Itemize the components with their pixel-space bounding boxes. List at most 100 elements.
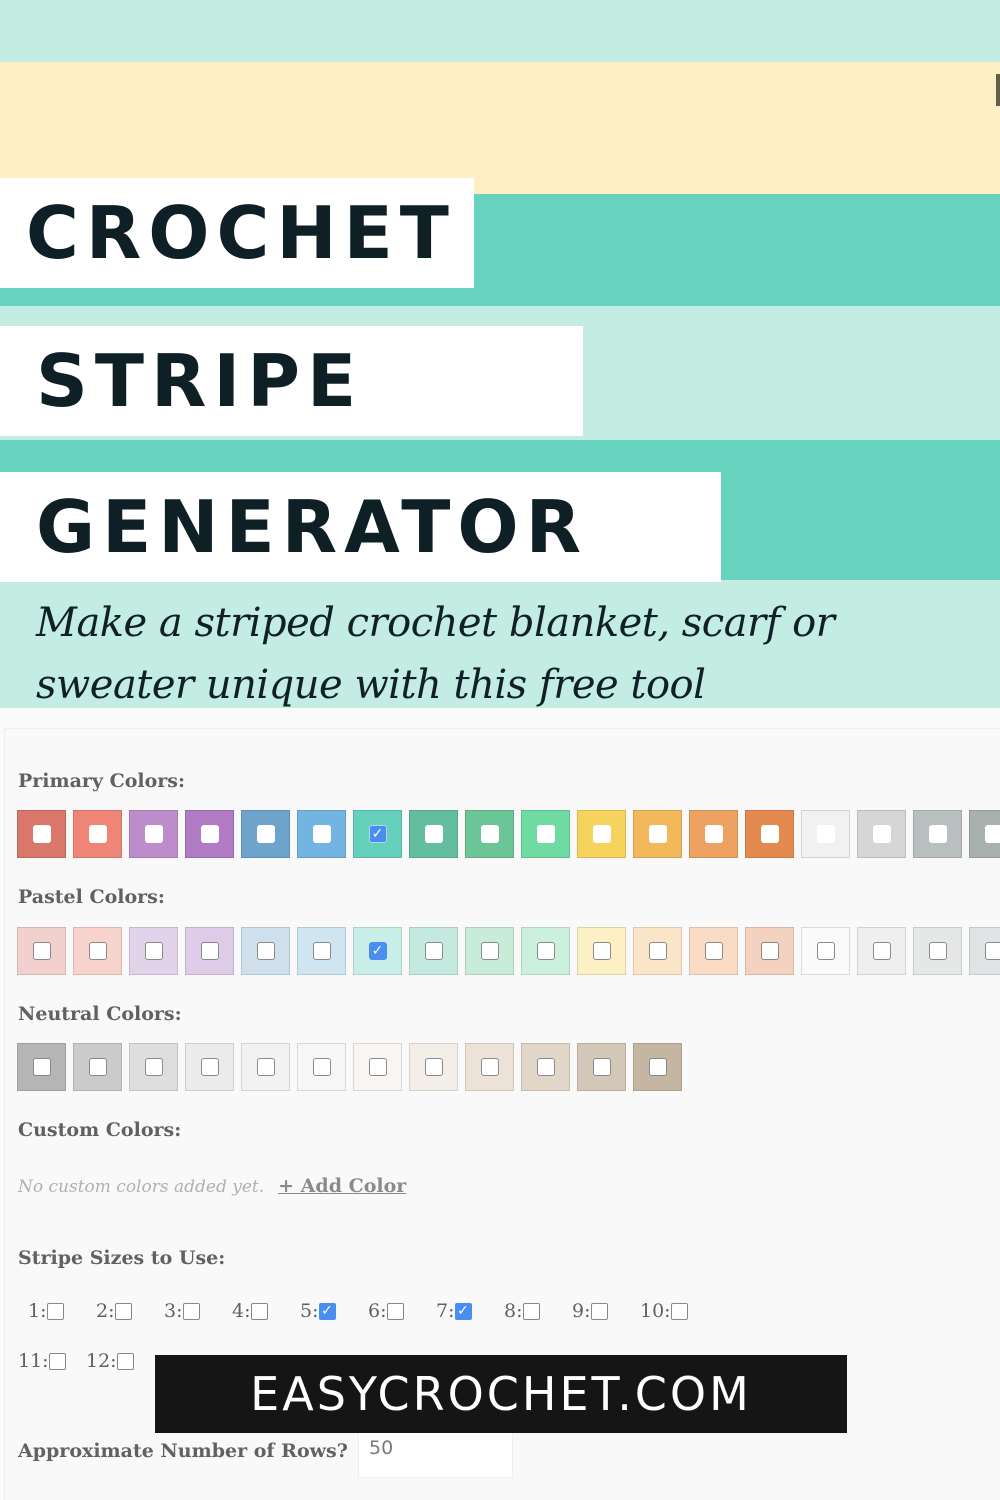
checkbox[interactable] <box>592 825 611 843</box>
primary-color-swatch[interactable] <box>129 810 178 858</box>
neutral-color-swatch[interactable] <box>633 1043 682 1091</box>
stripe-size-option[interactable]: 12: <box>86 1350 154 1372</box>
neutral-color-swatch[interactable] <box>409 1043 458 1091</box>
checkbox[interactable] <box>704 825 723 843</box>
stripe-size-option[interactable]: 6: <box>368 1300 436 1322</box>
pastel-color-swatch[interactable] <box>801 927 850 975</box>
stripe-size-option[interactable]: 2: <box>96 1300 164 1322</box>
stripe-size-option[interactable]: 3: <box>164 1300 232 1322</box>
pastel-color-swatch[interactable] <box>745 927 794 975</box>
checkbox[interactable] <box>256 942 275 960</box>
checkbox[interactable] <box>200 942 219 960</box>
primary-color-swatch[interactable] <box>185 810 234 858</box>
checkbox[interactable] <box>760 942 779 960</box>
pastel-color-swatch[interactable] <box>969 927 1000 975</box>
stripe-size-option[interactable]: 7: ✓ <box>436 1300 504 1322</box>
checkbox[interactable] <box>984 825 1000 843</box>
neutral-color-swatch[interactable] <box>465 1043 514 1091</box>
primary-color-swatch[interactable] <box>73 810 122 858</box>
pastel-color-swatch[interactable] <box>465 927 514 975</box>
primary-color-swatch[interactable] <box>577 810 626 858</box>
primary-color-swatch[interactable] <box>689 810 738 858</box>
pastel-color-swatch[interactable] <box>73 927 122 975</box>
checkbox[interactable] <box>480 942 499 960</box>
pastel-color-swatch[interactable] <box>577 927 626 975</box>
checkbox[interactable] <box>46 1302 64 1320</box>
primary-color-swatch[interactable] <box>465 810 514 858</box>
checkbox[interactable] <box>648 942 667 960</box>
checkbox-checked[interactable]: ✓ <box>368 825 387 843</box>
stripe-size-option[interactable]: 1: <box>28 1300 96 1322</box>
checkbox-checked[interactable]: ✓ <box>454 1302 472 1320</box>
checkbox[interactable] <box>256 825 275 843</box>
neutral-color-swatch[interactable] <box>73 1043 122 1091</box>
checkbox[interactable] <box>536 825 555 843</box>
checkbox[interactable] <box>32 942 51 960</box>
checkbox[interactable] <box>424 942 443 960</box>
primary-color-swatch[interactable] <box>969 810 1000 858</box>
primary-color-swatch[interactable] <box>297 810 346 858</box>
checkbox[interactable] <box>386 1302 404 1320</box>
checkbox[interactable] <box>114 1302 132 1320</box>
pastel-color-swatch[interactable] <box>409 927 458 975</box>
checkbox[interactable] <box>32 1058 51 1076</box>
checkbox[interactable] <box>312 825 331 843</box>
checkbox[interactable] <box>760 825 779 843</box>
primary-color-swatch[interactable] <box>633 810 682 858</box>
checkbox-checked[interactable]: ✓ <box>318 1302 336 1320</box>
rows-input[interactable]: 50 <box>358 1432 513 1478</box>
checkbox[interactable] <box>592 1058 611 1076</box>
primary-color-swatch[interactable] <box>913 810 962 858</box>
stripe-size-option[interactable]: 11: <box>18 1350 86 1372</box>
pastel-color-swatch[interactable] <box>913 927 962 975</box>
stripe-size-option[interactable]: 8: <box>504 1300 572 1322</box>
checkbox[interactable] <box>88 942 107 960</box>
pastel-color-swatch[interactable] <box>185 927 234 975</box>
checkbox[interactable] <box>928 825 947 843</box>
pastel-color-swatch[interactable] <box>129 927 178 975</box>
primary-color-swatch[interactable]: ✓ <box>353 810 402 858</box>
checkbox[interactable] <box>424 825 443 843</box>
checkbox[interactable] <box>144 825 163 843</box>
primary-color-swatch[interactable] <box>17 810 66 858</box>
neutral-color-swatch[interactable] <box>241 1043 290 1091</box>
stripe-size-option[interactable]: 4: <box>232 1300 300 1322</box>
checkbox[interactable] <box>480 825 499 843</box>
checkbox[interactable] <box>144 942 163 960</box>
primary-color-swatch[interactable] <box>521 810 570 858</box>
primary-color-swatch[interactable] <box>857 810 906 858</box>
neutral-color-swatch[interactable] <box>577 1043 626 1091</box>
checkbox[interactable] <box>312 1058 331 1076</box>
pastel-color-swatch[interactable]: ✓ <box>353 927 402 975</box>
checkbox[interactable] <box>872 825 891 843</box>
pastel-color-swatch[interactable] <box>241 927 290 975</box>
pastel-color-swatch[interactable] <box>633 927 682 975</box>
neutral-color-swatch[interactable] <box>297 1043 346 1091</box>
primary-color-swatch[interactable] <box>801 810 850 858</box>
checkbox[interactable] <box>648 1058 667 1076</box>
checkbox[interactable] <box>648 825 667 843</box>
neutral-color-swatch[interactable] <box>17 1043 66 1091</box>
checkbox[interactable] <box>872 942 891 960</box>
checkbox[interactable] <box>48 1352 66 1370</box>
checkbox[interactable] <box>116 1352 134 1370</box>
pastel-color-swatch[interactable] <box>17 927 66 975</box>
checkbox[interactable] <box>536 942 555 960</box>
checkbox[interactable] <box>670 1302 688 1320</box>
primary-color-swatch[interactable] <box>409 810 458 858</box>
checkbox[interactable] <box>88 825 107 843</box>
neutral-color-swatch[interactable] <box>521 1043 570 1091</box>
checkbox[interactable] <box>424 1058 443 1076</box>
checkbox[interactable] <box>592 942 611 960</box>
checkbox[interactable] <box>200 825 219 843</box>
primary-color-swatch[interactable] <box>241 810 290 858</box>
checkbox[interactable] <box>256 1058 275 1076</box>
checkbox[interactable] <box>144 1058 163 1076</box>
stripe-size-option[interactable]: 5: ✓ <box>300 1300 368 1322</box>
checkbox[interactable] <box>536 1058 555 1076</box>
pastel-color-swatch[interactable] <box>297 927 346 975</box>
add-color-link[interactable]: + Add Color <box>278 1175 406 1197</box>
stripe-size-option[interactable]: 9: <box>572 1300 640 1322</box>
checkbox[interactable] <box>480 1058 499 1076</box>
neutral-color-swatch[interactable] <box>185 1043 234 1091</box>
